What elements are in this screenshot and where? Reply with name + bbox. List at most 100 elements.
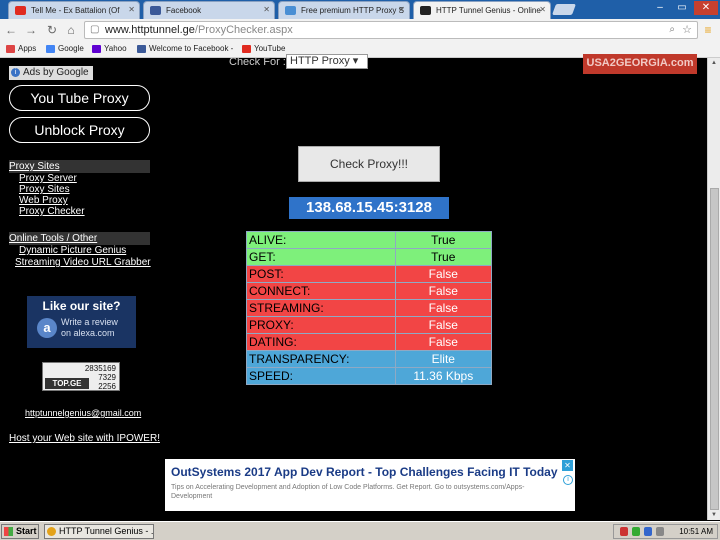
close-icon[interactable]: ✕ [398, 5, 405, 14]
new-tab-button[interactable] [551, 4, 577, 15]
result-value: False [394, 299, 493, 317]
result-row: GET: True [246, 248, 493, 266]
info-icon[interactable]: i [563, 475, 573, 485]
window-close-button[interactable]: ✕ [694, 1, 718, 15]
scroll-up-icon[interactable]: ▲ [711, 60, 717, 66]
bookmark-label: YouTube [254, 44, 286, 53]
result-value: False [394, 333, 493, 351]
tray-icon[interactable] [632, 527, 640, 536]
bookmark-google[interactable]: Google [46, 44, 84, 53]
ads-by-label: Ads by Google [23, 67, 89, 78]
result-value: True [394, 248, 493, 266]
page-icon [420, 6, 431, 15]
page-scrollbar[interactable]: ▲ ▼ [707, 58, 720, 520]
link-streaming-video-grabber[interactable]: Streaming Video URL Grabber [15, 257, 151, 268]
ad-headline[interactable]: OutSystems 2017 App Dev Report - Top Cha… [171, 465, 558, 479]
forward-arrow-icon[interactable]: → [24, 22, 38, 38]
search-icon[interactable]: ⌕ [669, 24, 675, 35]
bookmark-yahoo[interactable]: Yahoo [92, 44, 127, 53]
google-icon [46, 45, 55, 53]
menu-icon[interactable]: ≡ [701, 22, 715, 38]
alexa-review-badge[interactable]: Like our site? a Write a review on alexa.… [27, 296, 136, 348]
bookmark-apps[interactable]: Apps [6, 44, 36, 53]
tab-youtube[interactable]: Tell Me - Ex Battalion (Of ✕ [8, 1, 140, 19]
check-proxy-button[interactable]: Check Proxy!!! [298, 146, 440, 182]
result-key: TRANSPARENCY: [246, 350, 396, 368]
email-link[interactable]: httptunnelgenius@gmail.com [25, 408, 141, 418]
minimize-button[interactable]: – [650, 1, 670, 15]
proxy-sites-heading[interactable]: Proxy Sites [9, 160, 150, 173]
result-key: CONNECT: [246, 282, 396, 300]
tab-label: Facebook [166, 6, 202, 15]
close-icon[interactable]: ✕ [263, 5, 270, 14]
result-key: GET: [246, 248, 396, 266]
star-icon[interactable]: ☆ [682, 23, 692, 36]
volume-icon[interactable] [656, 527, 664, 536]
close-icon[interactable]: ✕ [128, 5, 135, 14]
result-value: True [394, 231, 493, 249]
maximize-button[interactable]: ▭ [672, 1, 692, 15]
bookmark-youtube[interactable]: YouTube [242, 44, 285, 53]
tab-label: HTTP Tunnel Genius - Online [436, 6, 541, 15]
ipower-link[interactable]: Host your Web site with IPOWER! [9, 433, 160, 444]
taskbar-item-chrome[interactable]: HTTP Tunnel Genius - ... [44, 524, 154, 539]
link-proxy-sites[interactable]: Proxy Sites [19, 184, 70, 195]
reload-icon[interactable]: ↻ [45, 22, 59, 38]
browser-toolbar: ← → ↻ ⌂ ▢ www.httptunnel.ge/ProxyChecker… [0, 19, 720, 41]
topge-counter[interactable]: TOP.GE 2835169 7329 2256 [42, 362, 120, 391]
start-label: Start [16, 526, 37, 536]
url-path: /ProxyChecker.aspx [194, 24, 293, 36]
link-proxy-checker[interactable]: Proxy Checker [19, 206, 85, 217]
address-bar[interactable]: ▢ www.httptunnel.ge/ProxyChecker.aspx ⌕ … [84, 21, 698, 39]
unblock-proxy-button[interactable]: Unblock Proxy [9, 117, 150, 143]
result-value: False [394, 282, 493, 300]
result-key: ALIVE: [246, 231, 396, 249]
bookmark-label: Welcome to Facebook - [149, 44, 234, 53]
ad-subtext: Tips on Accelerating Development and Ado… [171, 484, 525, 500]
check-for-label: Check For : [229, 56, 286, 68]
youtube-proxy-button[interactable]: You Tube Proxy [9, 85, 150, 111]
network-icon[interactable] [644, 527, 652, 536]
scrollbar-thumb[interactable] [710, 188, 719, 510]
close-icon[interactable]: ✕ [539, 5, 546, 14]
topge-numbers: 2835169 7329 2256 [84, 364, 116, 391]
result-key: POST: [246, 265, 396, 283]
result-row: STREAMING: False [246, 299, 493, 317]
clock[interactable]: 10:51 AM [679, 527, 713, 536]
system-tray: 10:51 AM [613, 524, 718, 539]
results-table: ALIVE: True GET: True POST: False CONNECT: Fals… [246, 231, 493, 385]
close-icon[interactable]: ✕ [562, 460, 573, 471]
taskbar-item-label: HTTP Tunnel Genius - ... [59, 526, 154, 536]
link-proxy-server[interactable]: Proxy Server [19, 173, 77, 184]
tab-strip: Tell Me - Ex Battalion (Of ✕ Facebook ✕ … [0, 0, 720, 19]
bookmark-facebook[interactable]: Welcome to Facebook - [137, 44, 233, 53]
alexa-icon: a [37, 318, 57, 338]
tab-free-proxy[interactable]: Free premium HTTP Proxy S ✕ [278, 1, 410, 19]
result-value: Elite [394, 350, 493, 368]
result-row: PROXY: False [246, 316, 493, 334]
result-row: SPEED: 11.36 Kbps [246, 367, 493, 385]
tab-http-tunnel[interactable]: HTTP Tunnel Genius - Online ✕ [413, 1, 551, 19]
online-tools-heading[interactable]: Online Tools / Other [9, 232, 150, 245]
like-title: Like our site? [42, 299, 121, 313]
tab-facebook[interactable]: Facebook ✕ [143, 1, 275, 19]
back-arrow-icon[interactable]: ← [4, 22, 18, 38]
link-dynamic-picture-genius[interactable]: Dynamic Picture Genius [19, 245, 126, 256]
ads-by-google[interactable]: i Ads by Google [9, 66, 93, 80]
check-for-value: HTTP Proxy [290, 55, 350, 67]
link-web-proxy[interactable]: Web Proxy [19, 195, 68, 206]
tray-icon[interactable] [620, 527, 628, 536]
result-value: False [394, 265, 493, 283]
start-button[interactable]: Start [1, 524, 39, 539]
page-info-icon[interactable]: ▢ [90, 24, 99, 35]
check-for-select[interactable]: HTTP Proxy ▾ [286, 54, 368, 69]
home-icon[interactable]: ⌂ [64, 22, 78, 38]
ad-banner[interactable]: OutSystems 2017 App Dev Report - Top Cha… [165, 459, 575, 511]
result-row: CONNECT: False [246, 282, 493, 300]
result-key: SPEED: [246, 367, 396, 385]
scroll-down-icon[interactable]: ▼ [711, 512, 717, 518]
topge-label: TOP.GE [45, 378, 89, 389]
result-key: DATING: [246, 333, 396, 351]
taskbar: Start HTTP Tunnel Genius - ... 10:51 AM [0, 521, 720, 540]
usa2georgia-banner[interactable]: USA2GEORGIA.com [583, 54, 697, 74]
